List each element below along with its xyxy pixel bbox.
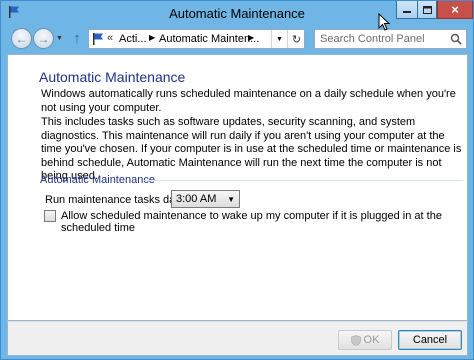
address-history-dropdown[interactable]: ▼ [271, 30, 287, 48]
mouse-cursor-icon [378, 13, 390, 31]
ok-button[interactable]: OK [338, 330, 392, 350]
search-input[interactable] [315, 30, 447, 48]
up-arrow-icon: ↑ [73, 29, 81, 47]
refresh-icon: ↻ [291, 33, 302, 46]
recent-pages-dropdown[interactable]: ▼ [56, 35, 63, 42]
wake-computer-checkbox[interactable] [44, 210, 56, 222]
run-time-value: 3:00 AM [176, 193, 217, 205]
breadcrumb-separator-icon[interactable]: ▶ [248, 33, 254, 42]
breadcrumb-item[interactable]: Acti... [119, 33, 147, 45]
navigation-bar: ← → ▼ ↑ « Acti... ▶ Automatic Mainten...… [1, 25, 473, 53]
cancel-label: Cancel [412, 334, 448, 346]
wake-computer-label[interactable]: Allow scheduled maintenance to wake up m… [61, 210, 467, 234]
ok-label: OK [363, 334, 380, 346]
back-arrow-icon: ← [15, 31, 28, 46]
back-button[interactable]: ← [11, 28, 32, 49]
breadcrumb-separator-icon[interactable]: ▶ [149, 33, 155, 42]
title-bar[interactable]: Automatic Maintenance × [1, 1, 473, 25]
search-box[interactable] [314, 29, 467, 49]
description-text: Windows automatically runs scheduled mai… [41, 88, 456, 114]
maximize-button[interactable] [417, 1, 437, 19]
chevron-down-icon: ▼ [276, 35, 283, 43]
dialog-footer: OK Cancel [7, 321, 468, 356]
run-time-dropdown[interactable]: 3:00 AM ▼ [171, 190, 240, 208]
minimize-button[interactable] [396, 1, 418, 19]
close-icon: × [451, 2, 459, 17]
cancel-button[interactable]: Cancel [398, 330, 462, 350]
refresh-button[interactable]: ↻ [287, 30, 305, 48]
search-icon[interactable] [450, 33, 462, 45]
main-content: Automatic Maintenance Windows automatica… [7, 54, 468, 321]
forward-button[interactable]: → [33, 28, 54, 49]
forward-arrow-icon: → [37, 31, 50, 46]
chevron-down-icon: ▼ [227, 195, 235, 204]
uac-shield-icon [350, 334, 361, 346]
section-label: Automatic Maintenance [40, 174, 155, 186]
address-bar[interactable]: « Acti... ▶ Automatic Mainten... ▶ ▼ ↻ [88, 29, 305, 49]
minimize-icon [403, 10, 411, 13]
breadcrumb-overflow[interactable]: « [107, 32, 113, 44]
close-button[interactable]: × [437, 1, 473, 19]
page-title: Automatic Maintenance [39, 69, 186, 85]
section-divider [144, 180, 463, 181]
control-panel-flag-icon [93, 33, 103, 45]
up-button[interactable]: ↑ [69, 29, 85, 47]
breadcrumb-item[interactable]: Automatic Mainten... [159, 33, 259, 45]
maximize-icon [422, 5, 432, 14]
window: Automatic Maintenance × ← → ▼ ↑ « Acti..… [0, 0, 474, 360]
